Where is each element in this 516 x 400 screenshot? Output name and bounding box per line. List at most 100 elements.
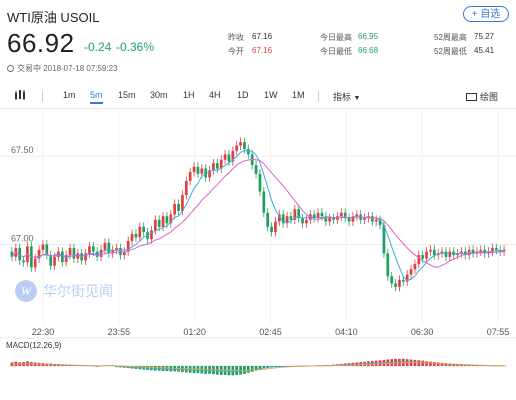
macd-bar	[429, 361, 432, 366]
candle-body	[177, 203, 180, 211]
candle-body	[103, 242, 107, 250]
candle-body	[479, 249, 483, 252]
x-tick-label: 23:55	[108, 327, 131, 337]
macd-bar	[425, 361, 428, 366]
interval-1d[interactable]: 1D	[237, 90, 249, 100]
x-axis-labels: 22:30 23:55 01:20 02:45 04:10 06:30 07:55	[32, 327, 510, 337]
candle-body	[254, 165, 258, 174]
candle-body	[421, 255, 425, 259]
draw-tool-button[interactable]: 绘图	[466, 90, 498, 103]
candle-body	[150, 230, 153, 240]
x-tick-label: 07:55	[487, 327, 510, 337]
candle-body	[200, 168, 204, 174]
candle-body	[138, 226, 142, 238]
macd-bar	[219, 366, 223, 375]
candle-body	[184, 180, 188, 196]
candle-body	[22, 260, 25, 263]
candle-body	[494, 248, 498, 250]
macd-bar	[192, 366, 196, 374]
candle-body	[270, 226, 273, 233]
stat-prev-close: 67.16	[252, 32, 273, 41]
price-change-percent: -0.36%	[116, 40, 155, 54]
x-tick-label: 22:30	[32, 327, 55, 337]
instrument-title: WTI原油 USOIL	[7, 10, 100, 25]
candle-body	[161, 216, 165, 227]
macd-bar	[200, 366, 204, 374]
stat-52w-low: 45.41	[474, 46, 495, 55]
macd-bar	[41, 363, 45, 366]
candle-body	[196, 166, 200, 174]
interval-5m[interactable]: 5m	[90, 90, 103, 104]
stat-label: 52周最低	[434, 47, 467, 56]
candle-body	[53, 256, 56, 266]
candle-body	[227, 154, 231, 162]
macd-bar	[246, 366, 250, 373]
interval-1w[interactable]: 1W	[264, 90, 278, 100]
candle-body	[448, 251, 452, 257]
candle-body	[41, 244, 45, 250]
x-tick-label: 04:10	[335, 327, 358, 337]
candle-body	[246, 149, 250, 155]
indicator-dropdown[interactable]: 指标 ▼	[333, 90, 360, 103]
price-change: -0.24	[84, 40, 112, 54]
candle-body	[374, 219, 378, 222]
x-tick-label: 06:30	[411, 327, 434, 337]
macd-bar	[421, 360, 425, 366]
interval-15m[interactable]: 15m	[118, 90, 136, 100]
watermark: W 华尔街见闻	[15, 280, 113, 302]
candle-body	[235, 145, 239, 151]
stat-label: 52周最高	[434, 33, 467, 42]
candle-body	[95, 251, 99, 257]
candle-body	[347, 218, 351, 222]
interval-1mo[interactable]: 1M	[292, 90, 305, 100]
macd-bar	[227, 366, 231, 376]
candle-body	[33, 258, 37, 268]
candle-body	[188, 172, 192, 181]
macd-bar	[394, 358, 397, 366]
candle-body	[262, 191, 266, 213]
svg-text:W: W	[21, 284, 32, 298]
macd-bar	[208, 366, 211, 374]
clock-icon	[7, 65, 14, 72]
candle-body	[243, 142, 246, 150]
candle-body	[328, 218, 332, 222]
candle-body	[68, 248, 72, 256]
candle-body	[413, 263, 417, 270]
stat-label: 今开	[228, 47, 244, 56]
candle-body	[91, 246, 95, 252]
candle-body	[130, 233, 134, 241]
stat-label: 昨收	[228, 33, 244, 42]
stat-day-high: 66.95	[358, 32, 379, 41]
candle-body	[215, 163, 219, 169]
x-tick-label: 02:45	[259, 327, 282, 337]
chart-type-icon[interactable]	[14, 89, 28, 103]
trading-status: 交易中 2018-07-18 07:59:23	[7, 63, 118, 74]
macd-bar	[250, 366, 254, 372]
x-tick-label: 01:20	[183, 327, 206, 337]
interval-30m[interactable]: 30m	[150, 90, 168, 100]
macd-bar	[165, 366, 169, 372]
interval-4h[interactable]: 4H	[209, 90, 221, 100]
macd-bar	[390, 359, 394, 366]
candle-body	[266, 212, 270, 227]
draw-icon	[466, 93, 477, 101]
candle-body	[370, 216, 374, 222]
y-tick-label: 67.00	[11, 234, 34, 244]
interval-1m[interactable]: 1m	[63, 90, 76, 100]
macd-bar	[204, 366, 208, 374]
y-tick-label: 67.50	[11, 145, 34, 155]
price-chart[interactable]: 67.50 67.00 22:30 23:55 01:20 02:45 04:10 06:3…	[0, 108, 516, 400]
candle-body	[444, 251, 448, 257]
candle-body	[88, 246, 91, 254]
candle-body	[223, 154, 227, 160]
candle-body	[212, 163, 215, 171]
candle-body	[173, 203, 177, 215]
candle-body	[107, 242, 111, 254]
interval-1h[interactable]: 1H	[183, 90, 195, 100]
caret-down-icon: ▼	[353, 95, 361, 102]
add-watchlist-button[interactable]: + 自选	[463, 6, 509, 22]
stat-day-low: 66.68	[358, 46, 379, 55]
candle-body	[153, 219, 157, 231]
candle-body	[398, 279, 401, 287]
candle-body	[258, 173, 262, 192]
